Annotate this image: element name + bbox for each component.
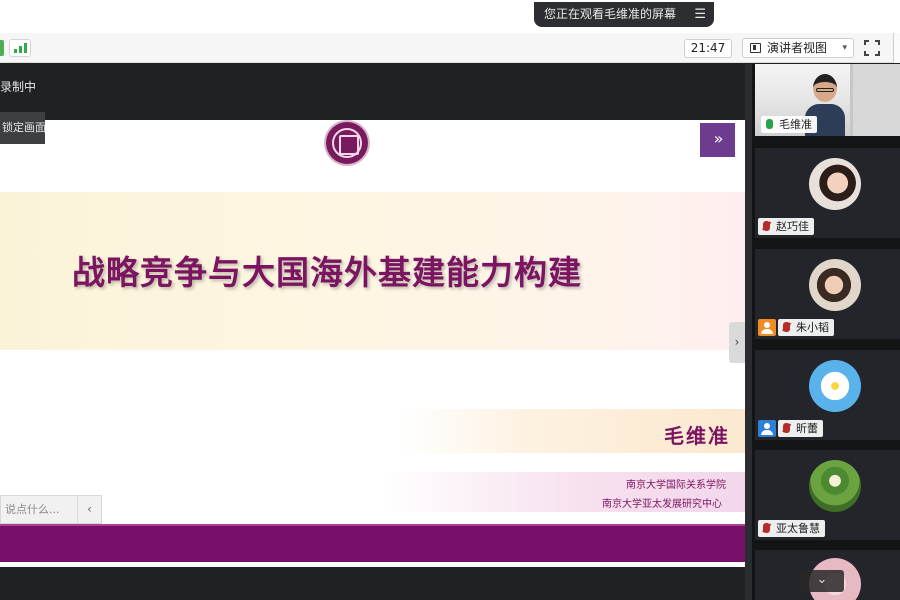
participant-name-text: 赵巧佳 [776,220,809,233]
participant-tile[interactable]: 亚太鲁慧 [755,450,900,540]
participant-name: 朱小韬 [778,319,834,336]
mic-on-icon [766,119,773,129]
chat-placeholder: 说点什么... [5,503,60,516]
toolbar: 21:47 演讲者视图 ▾ [0,33,900,63]
toggle-gallery-button[interactable]: › [729,322,745,363]
panel-divider[interactable] [745,64,752,600]
screen-share-banner[interactable]: 您正在观看毛维准的屏幕 ☰ [534,2,714,27]
lock-view-button[interactable]: 锁定画面 [0,112,45,144]
participant-tile[interactable]: 赵巧佳 [755,148,900,238]
university-seal-icon [326,122,368,164]
participant-name-text: 毛维准 [779,118,812,131]
participant-tile[interactable]: 昕蕾 [755,350,900,440]
chat-collapse-button[interactable]: ‹ [77,496,101,523]
mic-muted-icon [763,221,770,231]
user-badge-icon [758,420,776,437]
user-badge-icon [758,319,776,336]
institution-line-2: 南京大学亚太发展研究中心 [602,499,722,510]
top-strip [0,0,900,33]
avatar [809,360,861,412]
main-header: 录制中 [0,64,745,120]
fullscreen-icon[interactable] [864,40,880,56]
participant-name: 昕蕾 [778,420,823,437]
recording-status: 录制中 [0,80,37,94]
participant-name: 毛维准 [761,116,817,133]
avatar [809,158,861,210]
network-signal-icon[interactable] [9,39,31,57]
institution-line-1: 南京大学国际关系学院 [626,480,726,491]
participant-gallery: 毛维准 赵巧佳 朱小韬 昕蕾 亚太鲁慧 ⌄ [752,64,900,600]
avatar [809,259,861,311]
layout-icon [750,43,761,53]
avatar [809,460,861,512]
share-banner-text: 您正在观看毛维准的屏幕 [544,7,677,21]
toolbar-right-edge [893,33,900,63]
slide-author: 毛维准 [664,424,730,448]
mic-muted-icon [763,523,770,533]
mic-muted-icon [783,423,790,433]
slide-bottom-bar [0,524,745,562]
scroll-down-icon[interactable]: ⌄ [800,570,844,592]
participant-name: 赵巧佳 [758,218,814,235]
slide-title: 战略竞争与大国海外基建能力构建 [72,253,582,292]
menu-icon[interactable]: ☰ [694,2,706,27]
chevron-down-icon: ▾ [842,43,847,53]
meeting-window: 您正在观看毛维准的屏幕 ☰ 21:47 演讲者视图 ▾ 录制中 锁定画面 » 战… [0,0,900,600]
participant-name-text: 朱小韬 [796,321,829,334]
mic-muted-icon [783,322,790,332]
participant-name-text: 亚太鲁慧 [776,522,820,535]
meeting-timer: 21:47 [684,39,732,58]
participant-name-text: 昕蕾 [796,422,818,435]
chat-input[interactable]: 说点什么... ‹ [0,495,102,524]
participant-name: 亚太鲁慧 [758,520,825,537]
participant-tile[interactable]: 朱小韬 [755,249,900,339]
participant-tile[interactable]: 毛维准 [755,64,900,136]
speaker-view-button[interactable]: 演讲者视图 ▾ [742,38,854,58]
next-slide-button[interactable]: » [700,123,735,157]
toolbar-edge-indicator [0,40,4,56]
shared-slide: » 战略竞争与大国海外基建能力构建 毛维准 南京大学国际关系学院 南京大学亚太发… [0,120,745,567]
view-label: 演讲者视图 [767,41,828,55]
